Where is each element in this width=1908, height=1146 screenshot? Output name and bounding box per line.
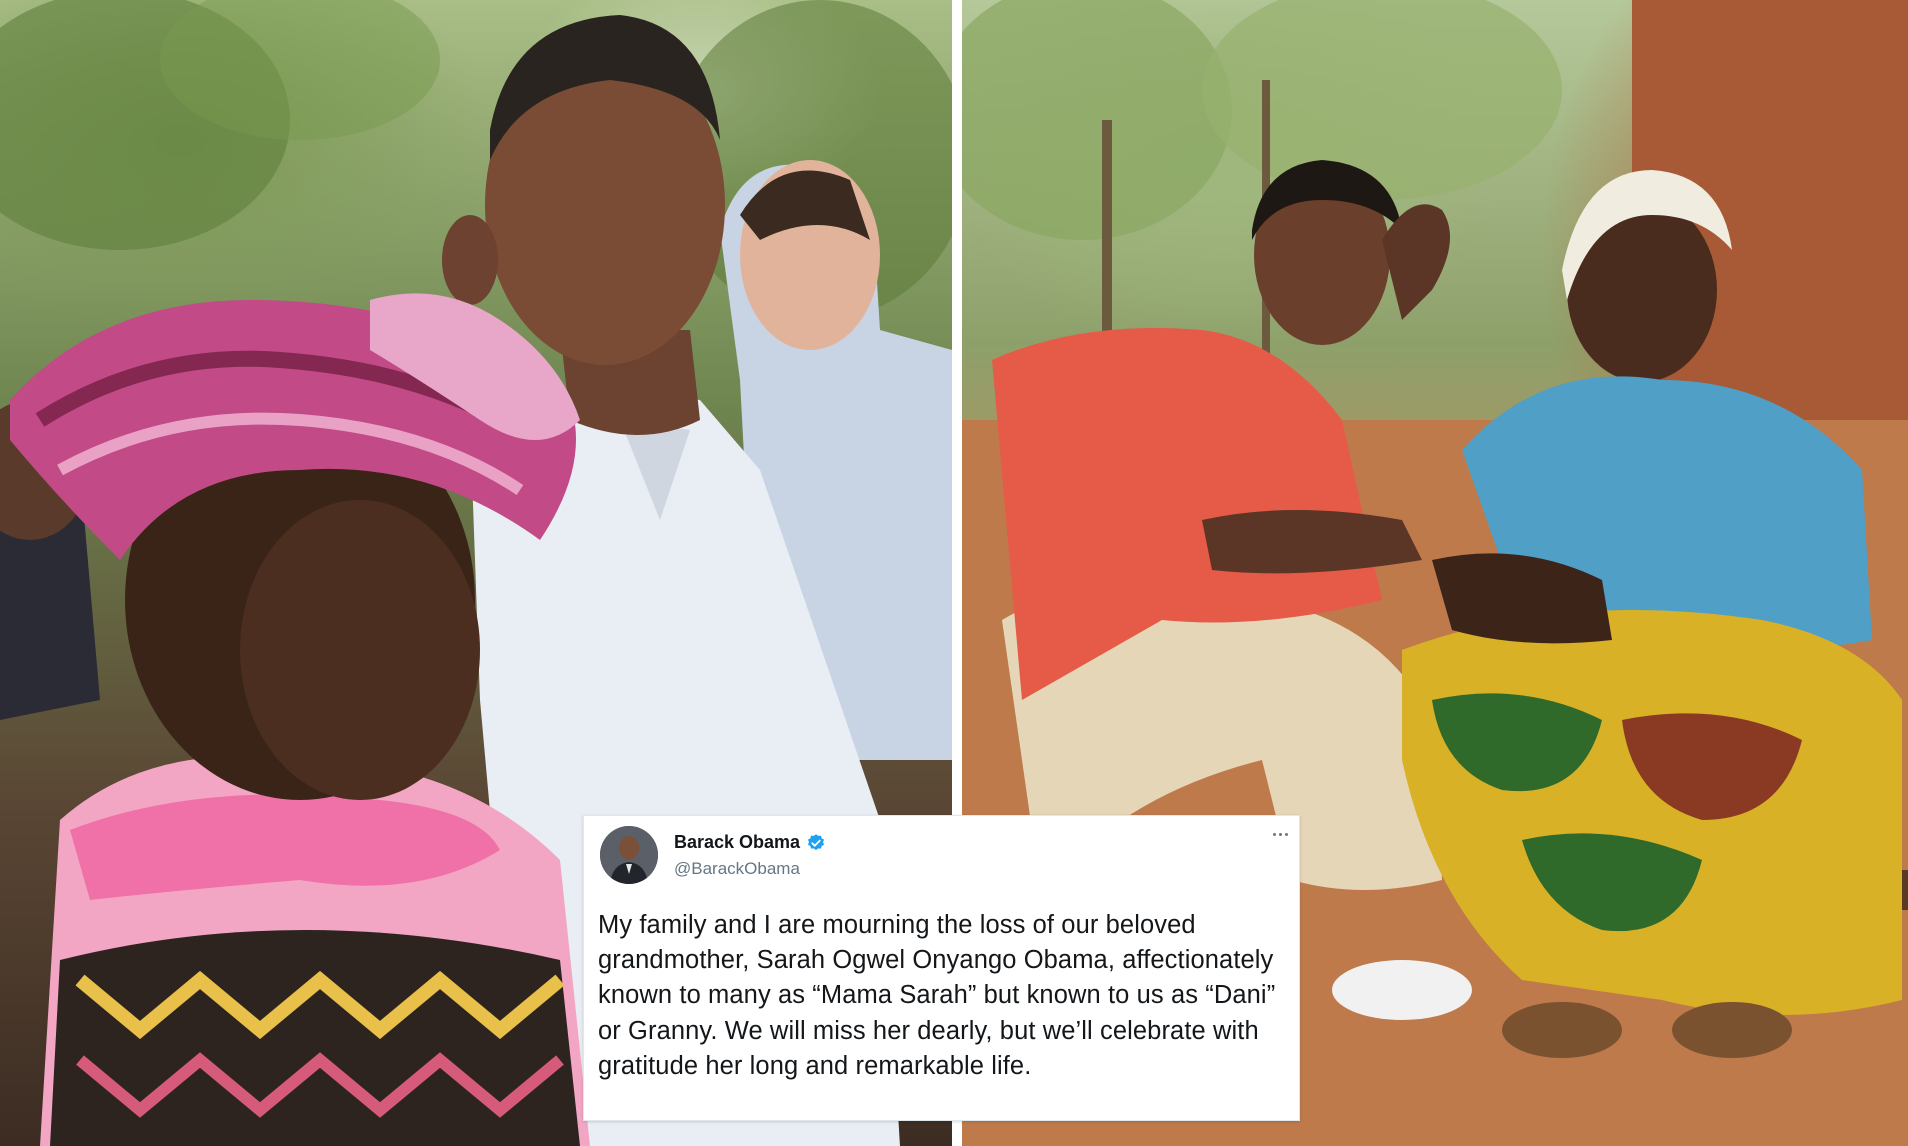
verified-badge-icon bbox=[807, 833, 825, 850]
tweet-card[interactable]: Barack Obama @BarackObama My family and … bbox=[583, 815, 1300, 1121]
tweet-author: Barack Obama bbox=[674, 832, 826, 853]
author-name[interactable]: Barack Obama bbox=[674, 832, 800, 853]
avatar[interactable] bbox=[600, 826, 658, 884]
tweet-text: My family and I are mourning the loss of… bbox=[598, 911, 1276, 1080]
avatar-portrait-icon bbox=[600, 826, 658, 884]
more-options-icon[interactable] bbox=[1273, 830, 1289, 838]
author-handle[interactable]: @BarackObama bbox=[674, 859, 800, 879]
